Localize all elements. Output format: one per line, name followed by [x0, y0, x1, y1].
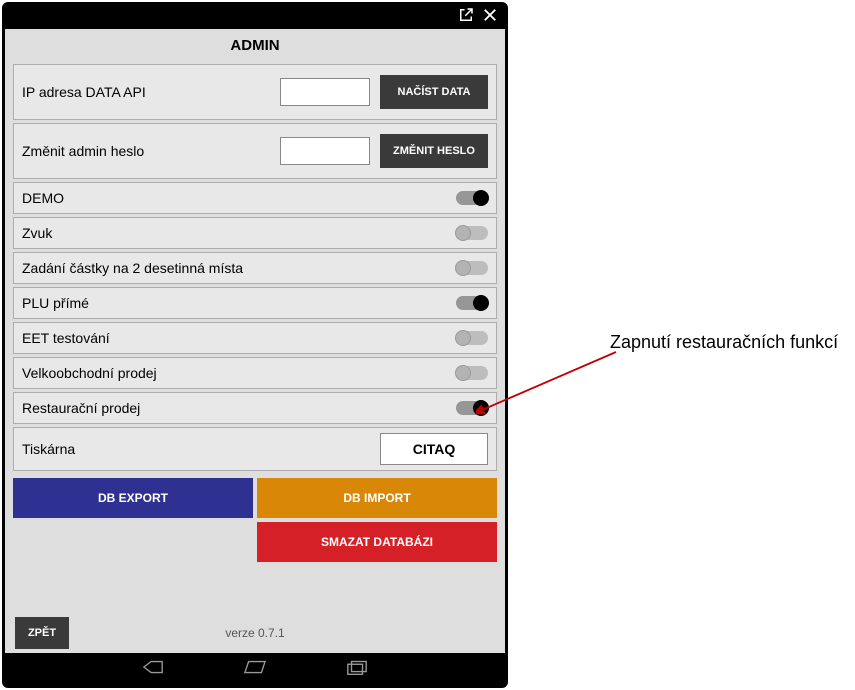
- footer: ZPĚT verze 0.7.1: [13, 611, 497, 653]
- open-external-icon[interactable]: [457, 6, 475, 29]
- row-ip-api: IP adresa DATA API NAČÍST DATA: [13, 64, 497, 120]
- printer-label: Tiskárna: [22, 441, 380, 457]
- content: IP adresa DATA API NAČÍST DATA Změnit ad…: [5, 64, 505, 653]
- db-buttons: DB EXPORT DB IMPORT SMAZAT DATABÁZI: [13, 474, 497, 566]
- db-export-button[interactable]: DB EXPORT: [13, 478, 253, 518]
- row-decimals: Zadání částky na 2 desetinná místa: [13, 252, 497, 284]
- sound-toggle[interactable]: [456, 226, 488, 240]
- row-sound: Zvuk: [13, 217, 497, 249]
- sound-label: Zvuk: [22, 225, 456, 241]
- printer-select[interactable]: CITAQ: [380, 433, 488, 465]
- row-restaurant: Restaurační prodej: [13, 392, 497, 424]
- restaurant-toggle[interactable]: [456, 401, 488, 415]
- spacer: [13, 522, 253, 562]
- plu-toggle[interactable]: [456, 296, 488, 310]
- page-title: ADMIN: [5, 29, 505, 64]
- password-label: Změnit admin heslo: [22, 143, 280, 159]
- restaurant-label: Restaurační prodej: [22, 400, 456, 416]
- db-import-button[interactable]: DB IMPORT: [257, 478, 497, 518]
- annotation-text: Zapnutí restauračních funkcí: [610, 332, 838, 353]
- nav-back-icon[interactable]: [142, 659, 164, 680]
- close-icon[interactable]: [481, 6, 499, 29]
- screen: ADMIN IP adresa DATA API NAČÍST DATA Změ…: [5, 29, 505, 685]
- back-button[interactable]: ZPĚT: [15, 617, 69, 649]
- plu-label: PLU přímé: [22, 295, 456, 311]
- password-input[interactable]: [280, 137, 370, 165]
- row-change-password: Změnit admin heslo ZMĚNIT HESLO: [13, 123, 497, 179]
- window-titlebar: [5, 5, 505, 29]
- ip-label: IP adresa DATA API: [22, 84, 280, 100]
- change-password-button[interactable]: ZMĚNIT HESLO: [380, 134, 488, 168]
- eet-toggle[interactable]: [456, 331, 488, 345]
- row-plu: PLU přímé: [13, 287, 497, 319]
- nav-home-icon[interactable]: [244, 659, 266, 680]
- row-eet: EET testování: [13, 322, 497, 354]
- demo-label: DEMO: [22, 190, 456, 206]
- android-navbar: [5, 653, 505, 685]
- eet-label: EET testování: [22, 330, 456, 346]
- row-wholesale: Velkoobchodní prodej: [13, 357, 497, 389]
- row-printer: Tiskárna CITAQ: [13, 427, 497, 471]
- db-delete-button[interactable]: SMAZAT DATABÁZI: [257, 522, 497, 562]
- load-data-button[interactable]: NAČÍST DATA: [380, 75, 488, 109]
- wholesale-toggle[interactable]: [456, 366, 488, 380]
- nav-recent-icon[interactable]: [346, 659, 368, 680]
- decimals-toggle[interactable]: [456, 261, 488, 275]
- wholesale-label: Velkoobchodní prodej: [22, 365, 456, 381]
- version-text: verze 0.7.1: [13, 626, 497, 640]
- ip-input[interactable]: [280, 78, 370, 106]
- tablet-frame: ADMIN IP adresa DATA API NAČÍST DATA Změ…: [2, 2, 508, 688]
- row-demo: DEMO: [13, 182, 497, 214]
- demo-toggle[interactable]: [456, 191, 488, 205]
- decimals-label: Zadání částky na 2 desetinná místa: [22, 260, 456, 276]
